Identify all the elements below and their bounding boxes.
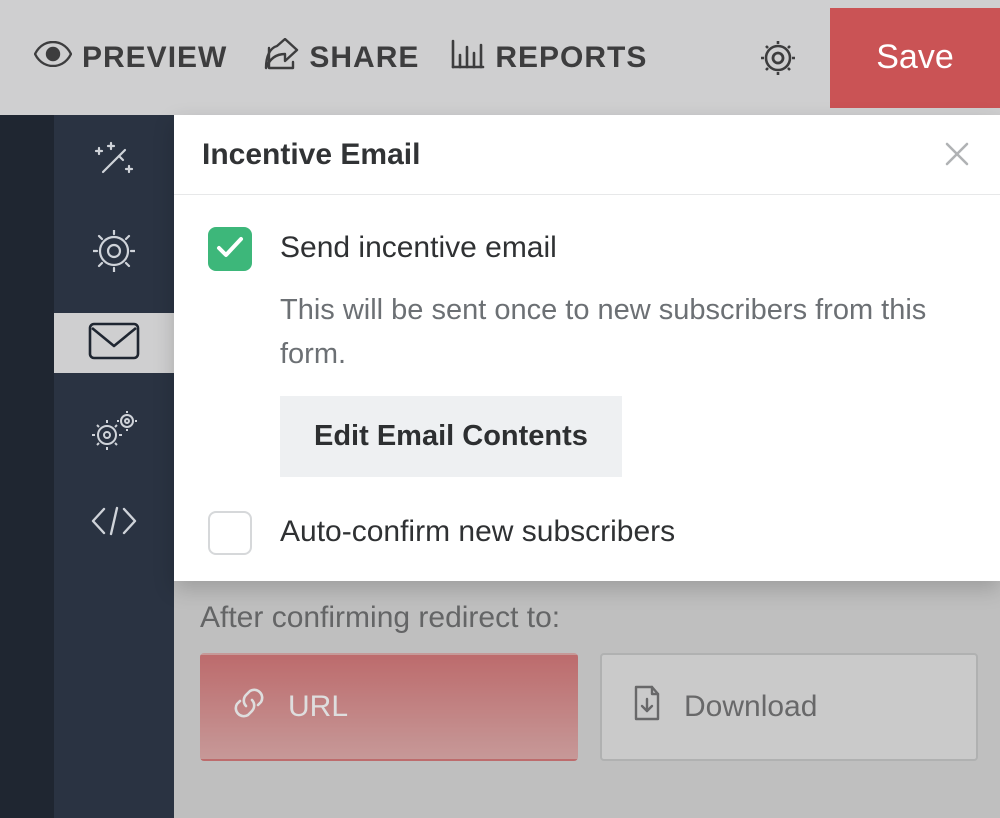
redirect-download-button[interactable]: Download — [600, 653, 978, 761]
edit-email-contents-button[interactable]: Edit Email Contents — [280, 396, 622, 477]
stage: After confirming redirect to: URL — [0, 115, 1000, 818]
gears-icon — [91, 411, 137, 456]
auto-confirm-row: Auto-confirm new subscribers — [208, 511, 960, 555]
close-button[interactable] — [944, 141, 972, 169]
panel-body: Send incentive email This will be sent o… — [174, 195, 1000, 583]
redirect-download-label: Download — [684, 690, 817, 724]
reports-button[interactable]: REPORTS — [451, 39, 647, 77]
redirect-label: After confirming redirect to: — [200, 601, 980, 635]
sidebar-item-email[interactable] — [54, 313, 174, 373]
eye-icon — [34, 41, 72, 75]
share-icon — [263, 38, 299, 78]
save-label: Save — [876, 38, 954, 77]
sidebar-item-wand[interactable] — [54, 133, 174, 193]
preview-label: PREVIEW — [82, 41, 227, 75]
panel-title: Incentive Email — [202, 138, 420, 172]
auto-confirm-checkbox[interactable] — [208, 511, 252, 555]
send-incentive-checkbox[interactable] — [208, 227, 252, 271]
send-incentive-desc: This will be sent once to new subscriber… — [280, 289, 940, 376]
save-button[interactable]: Save — [830, 8, 1000, 108]
send-incentive-row: Send incentive email — [208, 227, 960, 271]
incentive-email-panel: Incentive Email Send ince — [174, 115, 1000, 581]
settings-gear-button[interactable] — [760, 40, 796, 76]
left-rail-outer — [0, 115, 54, 818]
share-label: SHARE — [309, 41, 419, 75]
share-button[interactable]: SHARE — [263, 38, 419, 78]
sidebar-item-advanced[interactable] — [54, 403, 174, 463]
barchart-icon — [451, 39, 485, 77]
wand-icon — [93, 140, 135, 187]
link-icon — [232, 686, 266, 728]
reports-label: REPORTS — [495, 41, 647, 75]
auto-confirm-label: Auto-confirm new subscribers — [280, 511, 675, 549]
sidebar-item-code[interactable] — [54, 493, 174, 553]
sidebar-item-settings[interactable] — [54, 223, 174, 283]
preview-button[interactable]: PREVIEW — [34, 41, 227, 75]
redirect-url-button[interactable]: URL — [200, 653, 578, 761]
left-rail-inner — [54, 115, 174, 818]
top-toolbar: PREVIEW SHARE REPORTS — [0, 0, 1000, 115]
code-icon — [90, 506, 138, 541]
gear-icon — [93, 230, 135, 277]
redirect-section: After confirming redirect to: URL — [200, 601, 980, 761]
gear-icon — [760, 63, 796, 80]
edit-email-contents-label: Edit Email Contents — [314, 420, 588, 452]
send-incentive-label: Send incentive email — [280, 227, 557, 265]
check-icon — [216, 235, 244, 264]
envelope-icon — [88, 322, 140, 365]
redirect-url-label: URL — [288, 690, 348, 724]
panel-header: Incentive Email — [174, 115, 1000, 195]
file-download-icon — [632, 685, 662, 729]
close-icon — [944, 154, 970, 171]
